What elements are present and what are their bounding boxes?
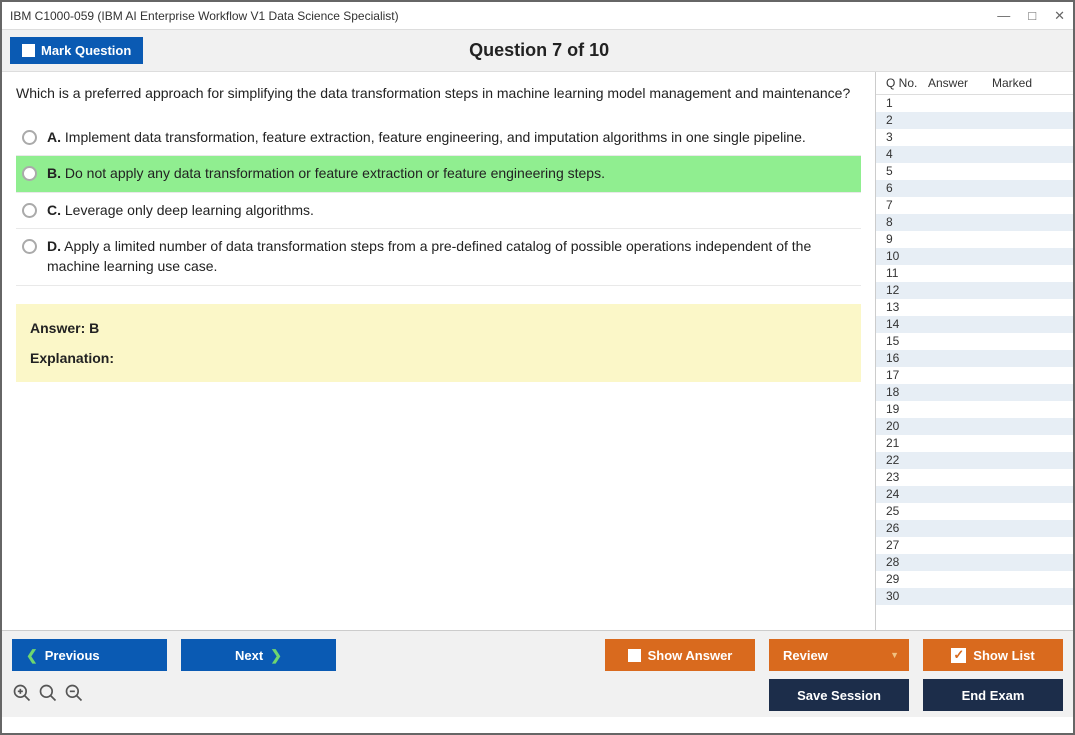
list-row[interactable]: 13 bbox=[876, 299, 1073, 316]
radio-icon bbox=[22, 203, 37, 218]
minimize-icon[interactable]: — bbox=[997, 8, 1010, 23]
checkbox-empty-icon bbox=[22, 44, 35, 57]
list-row[interactable]: 30 bbox=[876, 588, 1073, 605]
list-row[interactable]: 27 bbox=[876, 537, 1073, 554]
choice-a[interactable]: A. Implement data transformation, featur… bbox=[16, 120, 861, 157]
list-row[interactable]: 1 bbox=[876, 95, 1073, 112]
checkbox-checked-icon: ✓ bbox=[951, 648, 966, 663]
save-session-label: Save Session bbox=[797, 688, 881, 703]
choice-c[interactable]: C. Leverage only deep learning algorithm… bbox=[16, 193, 861, 230]
list-row[interactable]: 5 bbox=[876, 163, 1073, 180]
col-marked: Marked bbox=[992, 76, 1067, 90]
question-list-panel: Q No. Answer Marked 1 2 3 4 5 6 7 8 9 10… bbox=[875, 72, 1073, 630]
list-row[interactable]: 10 bbox=[876, 248, 1073, 265]
review-button[interactable]: Review ▼ bbox=[769, 639, 909, 671]
list-row[interactable]: 3 bbox=[876, 129, 1073, 146]
choice-b[interactable]: B. Do not apply any data transformation … bbox=[16, 156, 861, 193]
end-exam-label: End Exam bbox=[962, 688, 1025, 703]
main-area: Which is a preferred approach for simpli… bbox=[2, 72, 1073, 630]
list-row[interactable]: 6 bbox=[876, 180, 1073, 197]
footer-row-2: Save Session End Exam bbox=[12, 679, 1063, 711]
footer: ❮ Previous Next ❯ Show Answer Review ▼ ✓… bbox=[2, 630, 1073, 717]
show-list-button[interactable]: ✓ Show List bbox=[923, 639, 1063, 671]
previous-button[interactable]: ❮ Previous bbox=[12, 639, 167, 671]
list-header: Q No. Answer Marked bbox=[876, 72, 1073, 95]
close-icon[interactable]: ✕ bbox=[1054, 8, 1065, 24]
list-body[interactable]: 1 2 3 4 5 6 7 8 9 10 11 12 13 14 15 16 1… bbox=[876, 95, 1073, 630]
chevron-left-icon: ❮ bbox=[26, 647, 38, 664]
mark-question-button[interactable]: Mark Question bbox=[10, 37, 143, 64]
list-row[interactable]: 29 bbox=[876, 571, 1073, 588]
list-row[interactable]: 8 bbox=[876, 214, 1073, 231]
list-row[interactable]: 20 bbox=[876, 418, 1073, 435]
question-text: Which is a preferred approach for simpli… bbox=[16, 84, 861, 104]
radio-icon bbox=[22, 166, 37, 181]
list-row[interactable]: 26 bbox=[876, 520, 1073, 537]
mark-question-label: Mark Question bbox=[41, 43, 131, 58]
list-row[interactable]: 17 bbox=[876, 367, 1073, 384]
answer-box: Answer: B Explanation: bbox=[16, 304, 861, 382]
list-row[interactable]: 23 bbox=[876, 469, 1073, 486]
show-answer-label: Show Answer bbox=[648, 648, 733, 663]
col-answer: Answer bbox=[928, 76, 992, 90]
end-exam-button[interactable]: End Exam bbox=[923, 679, 1063, 711]
choice-text: A. Implement data transformation, featur… bbox=[47, 128, 806, 148]
next-label: Next bbox=[235, 648, 263, 663]
list-row[interactable]: 11 bbox=[876, 265, 1073, 282]
list-row[interactable]: 12 bbox=[876, 282, 1073, 299]
maximize-icon[interactable]: □ bbox=[1028, 8, 1036, 23]
list-row[interactable]: 4 bbox=[876, 146, 1073, 163]
list-row[interactable]: 22 bbox=[876, 452, 1073, 469]
zoom-controls bbox=[12, 683, 84, 708]
chevron-down-icon: ▼ bbox=[890, 650, 899, 660]
show-answer-button[interactable]: Show Answer bbox=[605, 639, 755, 671]
header-row: Mark Question Question 7 of 10 bbox=[2, 30, 1073, 72]
zoom-reset-icon[interactable] bbox=[38, 683, 58, 708]
list-row[interactable]: 16 bbox=[876, 350, 1073, 367]
list-row[interactable]: 7 bbox=[876, 197, 1073, 214]
save-session-button[interactable]: Save Session bbox=[769, 679, 909, 711]
radio-icon bbox=[22, 130, 37, 145]
radio-icon bbox=[22, 239, 37, 254]
footer-row-1: ❮ Previous Next ❯ Show Answer Review ▼ ✓… bbox=[12, 639, 1063, 671]
choice-d[interactable]: D. Apply a limited number of data transf… bbox=[16, 229, 861, 285]
choice-text: D. Apply a limited number of data transf… bbox=[47, 237, 855, 276]
list-row[interactable]: 18 bbox=[876, 384, 1073, 401]
col-qno: Q No. bbox=[886, 76, 928, 90]
list-row[interactable]: 9 bbox=[876, 231, 1073, 248]
list-row[interactable]: 14 bbox=[876, 316, 1073, 333]
list-row[interactable]: 15 bbox=[876, 333, 1073, 350]
list-row[interactable]: 2 bbox=[876, 112, 1073, 129]
chevron-right-icon: ❯ bbox=[270, 647, 282, 664]
previous-label: Previous bbox=[45, 648, 100, 663]
next-button[interactable]: Next ❯ bbox=[181, 639, 336, 671]
answer-line: Answer: B bbox=[30, 320, 847, 336]
list-row[interactable]: 21 bbox=[876, 435, 1073, 452]
window-title: IBM C1000-059 (IBM AI Enterprise Workflo… bbox=[10, 9, 399, 23]
choice-text: C. Leverage only deep learning algorithm… bbox=[47, 201, 314, 221]
explanation-label: Explanation: bbox=[30, 350, 847, 366]
checkbox-empty-icon bbox=[628, 649, 641, 662]
list-row[interactable]: 24 bbox=[876, 486, 1073, 503]
window-controls: — □ ✕ bbox=[997, 8, 1065, 24]
zoom-out-icon[interactable] bbox=[64, 683, 84, 708]
zoom-in-icon[interactable] bbox=[12, 683, 32, 708]
list-row[interactable]: 19 bbox=[876, 401, 1073, 418]
choice-text: B. Do not apply any data transformation … bbox=[47, 164, 605, 184]
show-list-label: Show List bbox=[973, 648, 1034, 663]
list-row[interactable]: 28 bbox=[876, 554, 1073, 571]
question-pane: Which is a preferred approach for simpli… bbox=[2, 72, 875, 630]
review-label: Review bbox=[783, 648, 828, 663]
titlebar: IBM C1000-059 (IBM AI Enterprise Workflo… bbox=[2, 2, 1073, 30]
question-counter: Question 7 of 10 bbox=[143, 40, 935, 61]
list-row[interactable]: 25 bbox=[876, 503, 1073, 520]
